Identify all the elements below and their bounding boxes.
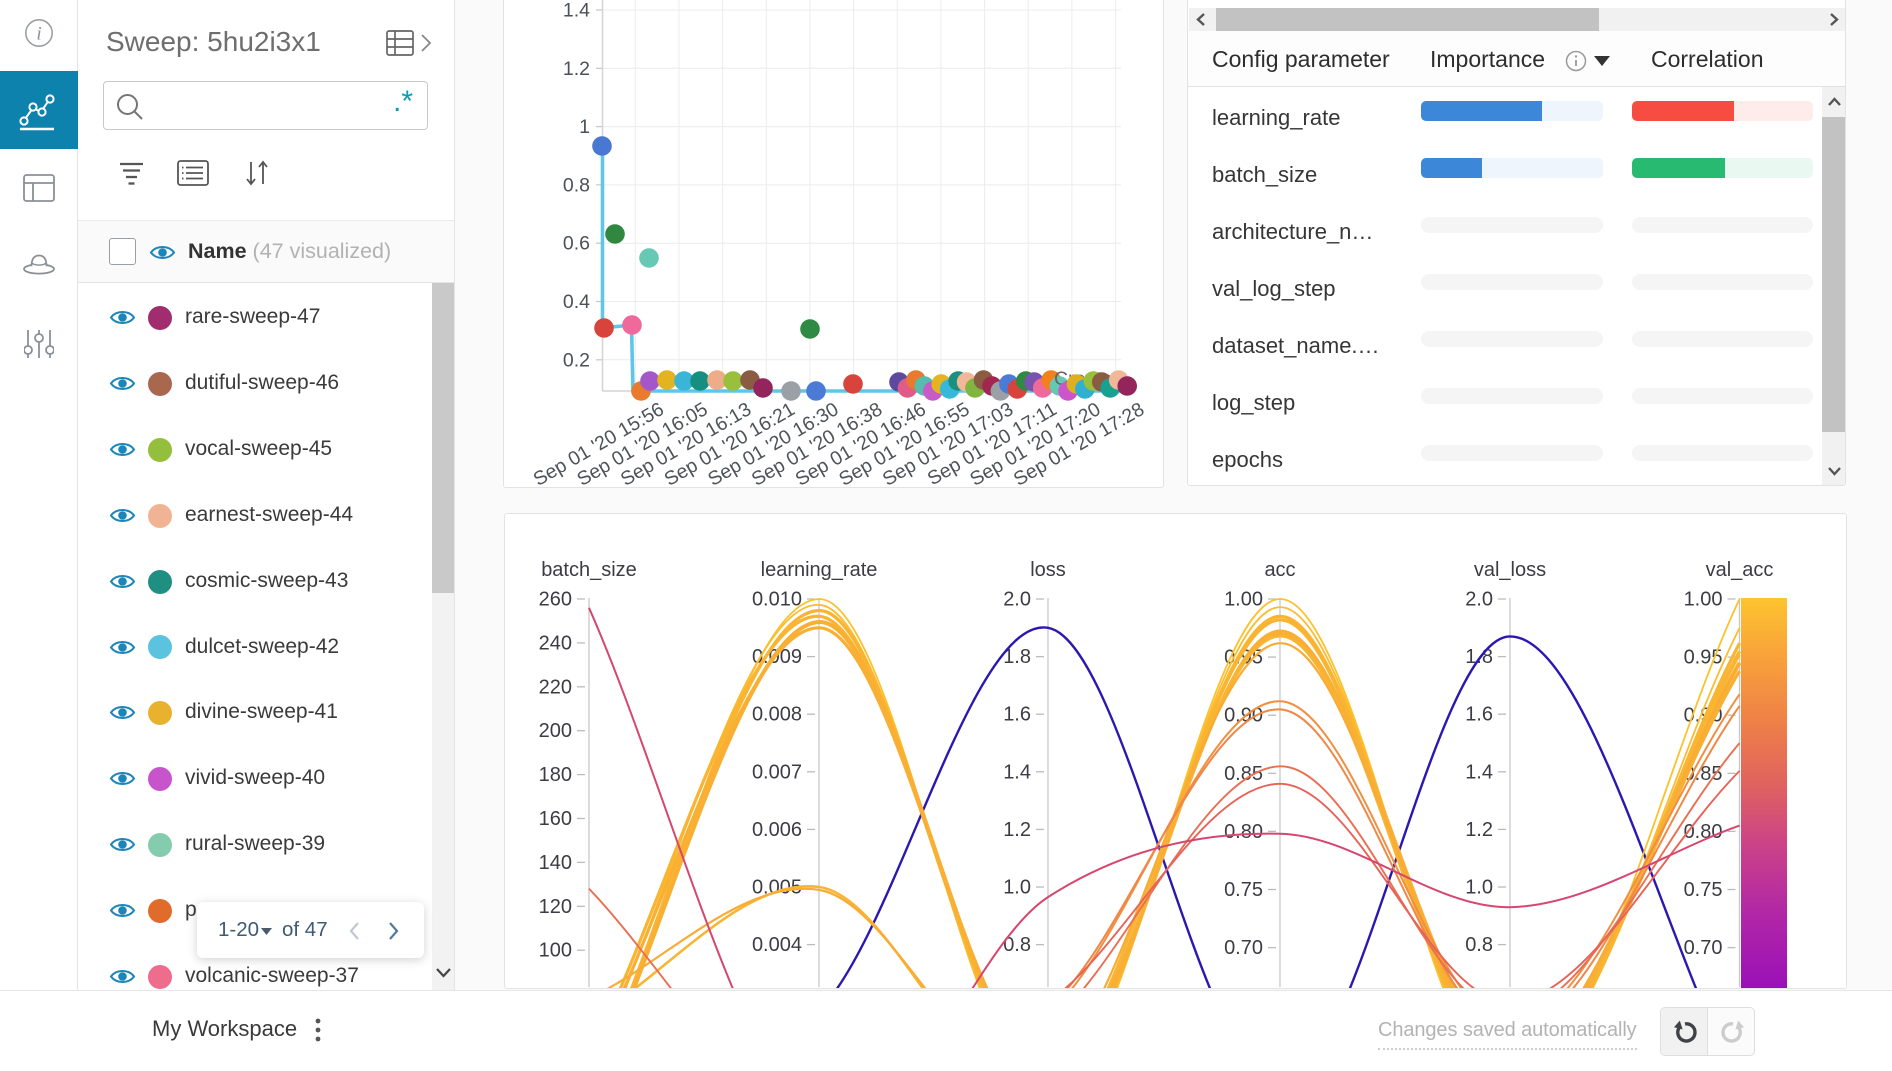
svg-text:1.2: 1.2 [563, 58, 590, 80]
svg-text:loss: loss [1030, 559, 1066, 581]
svg-text:0.75: 0.75 [1224, 879, 1263, 901]
svg-text:0.70: 0.70 [1684, 937, 1723, 959]
svg-text:1.00: 1.00 [1684, 589, 1723, 611]
svg-text:0.010: 0.010 [752, 589, 802, 611]
svg-text:acc: acc [1264, 559, 1295, 581]
svg-text:0.75: 0.75 [1684, 879, 1723, 901]
svg-text:0.008: 0.008 [752, 704, 802, 726]
svg-text:1.6: 1.6 [1003, 704, 1031, 726]
svg-text:0.006: 0.006 [752, 819, 802, 841]
svg-text:1.0: 1.0 [1465, 877, 1493, 899]
svg-text:120: 120 [539, 896, 572, 918]
svg-text:0.007: 0.007 [752, 761, 802, 783]
svg-text:2.0: 2.0 [1003, 589, 1031, 611]
svg-text:0.80: 0.80 [1224, 821, 1263, 843]
svg-text:0.6: 0.6 [563, 233, 590, 255]
svg-text:1.4: 1.4 [1003, 761, 1031, 783]
svg-text:1.4: 1.4 [1465, 761, 1493, 783]
svg-text:0.8: 0.8 [563, 174, 590, 196]
svg-text:1.00: 1.00 [1224, 589, 1263, 611]
svg-text:0.2: 0.2 [563, 349, 590, 371]
svg-text:0.8: 0.8 [1465, 934, 1493, 956]
svg-text:1.0: 1.0 [1003, 877, 1031, 899]
svg-text:i: i [36, 24, 41, 45]
svg-text:0.004: 0.004 [752, 934, 802, 956]
svg-text:220: 220 [539, 676, 572, 698]
svg-text:1: 1 [579, 116, 590, 138]
svg-text:260: 260 [539, 589, 572, 611]
svg-text:2.0: 2.0 [1465, 589, 1493, 611]
svg-text:1.6: 1.6 [1465, 704, 1493, 726]
svg-text:val_loss: val_loss [1474, 559, 1546, 581]
svg-text:200: 200 [539, 720, 572, 742]
svg-text:1.4: 1.4 [563, 0, 590, 22]
svg-text:160: 160 [539, 808, 572, 830]
svg-text:100: 100 [539, 940, 572, 962]
svg-text:180: 180 [539, 764, 572, 786]
svg-text:1.2: 1.2 [1465, 819, 1493, 841]
svg-text:0.4: 0.4 [563, 291, 590, 313]
svg-text:val_acc: val_acc [1706, 559, 1774, 581]
svg-text:240: 240 [539, 632, 572, 654]
svg-text:0.70: 0.70 [1224, 937, 1263, 959]
svg-text:140: 140 [539, 852, 572, 874]
svg-text:batch_size: batch_size [541, 559, 637, 581]
svg-text:learning_rate: learning_rate [761, 559, 878, 581]
svg-text:1.2: 1.2 [1003, 819, 1031, 841]
